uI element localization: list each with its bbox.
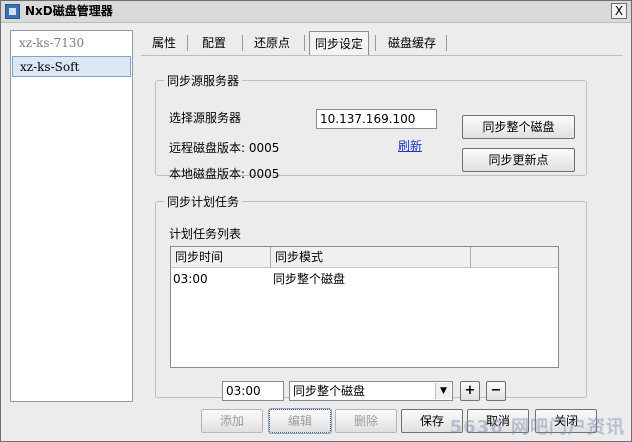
schedule-mode-select[interactable]: 同步整个磁盘 ▼ [289,381,453,401]
main-window: NxD磁盘管理器 X xz-ks-7130 xz-ks-Soft 属性 配置 还… [0,0,632,442]
tab-restore-points[interactable]: 还原点 [251,31,293,55]
tab-divider [187,35,188,51]
edit-button[interactable]: 编辑 [268,408,332,434]
add-schedule-button[interactable]: + [460,381,480,401]
table-row[interactable]: 03:00 同步整个磁盘 [171,269,558,289]
tab-divider [304,35,305,51]
local-disk-version: 本地磁盘版本: 0005 [169,167,280,181]
schedule-time-input[interactable]: 03:00 [222,381,284,401]
tab-sync-settings[interactable]: 同步设定 [309,31,369,55]
add-button[interactable]: 添加 [201,409,263,433]
tab-config[interactable]: 配置 [199,31,229,55]
window-title: NxD磁盘管理器 [25,4,113,18]
source-server-group: 同步源服务器 选择源服务器 10.137.169.100 远程磁盘版本: 000… [155,72,587,181]
tab-divider [446,35,447,51]
row-mode: 同步整个磁盘 [273,272,346,286]
tab-divider [375,35,376,51]
close-button[interactable]: X [611,3,627,19]
server-item-7130[interactable]: xz-ks-7130 [12,33,131,54]
schedule-group: 同步计划任务 计划任务列表 同步时间 同步模式 03:00 同步整个磁盘 03:… [155,193,587,401]
tab-properties[interactable]: 属性 [149,31,179,55]
table-header: 同步时间 同步模式 [171,247,558,268]
schedule-mode-value: 同步整个磁盘 [293,384,366,398]
remove-schedule-button[interactable]: − [486,381,506,401]
sync-whole-disk-button[interactable]: 同步整个磁盘 [462,115,575,139]
sync-update-point-button[interactable]: 同步更新点 [462,148,575,172]
title-bar[interactable]: NxD磁盘管理器 X [1,1,631,23]
row-time: 03:00 [173,272,208,286]
delete-button[interactable]: 删除 [335,409,397,433]
refresh-link[interactable]: 刷新 [398,137,422,154]
tab-divider [242,35,243,51]
sync-settings-panel: 同步源服务器 选择源服务器 10.137.169.100 远程磁盘版本: 000… [141,55,623,401]
tab-disk-cache[interactable]: 磁盘缓存 [385,31,439,55]
server-list[interactable]: xz-ks-7130 xz-ks-Soft [10,30,133,402]
schedule-list-label: 计划任务列表 [169,227,242,241]
source-server-legend: 同步源服务器 [167,74,240,88]
schedule-table[interactable]: 同步时间 同步模式 03:00 同步整个磁盘 [170,246,559,368]
watermark: 5636 网吧门户资讯 [449,417,625,438]
server-item-soft[interactable]: xz-ks-Soft [12,56,131,77]
schedule-legend: 同步计划任务 [167,195,240,209]
select-source-label: 选择源服务器 [169,111,242,125]
source-server-ip-input[interactable]: 10.137.169.100 [316,109,437,129]
remote-disk-version: 远程磁盘版本: 0005 [169,141,280,155]
column-header-mode[interactable]: 同步模式 [271,247,471,267]
app-icon [5,4,20,19]
column-header-time[interactable]: 同步时间 [171,247,271,267]
chevron-down-icon[interactable]: ▼ [435,383,451,399]
